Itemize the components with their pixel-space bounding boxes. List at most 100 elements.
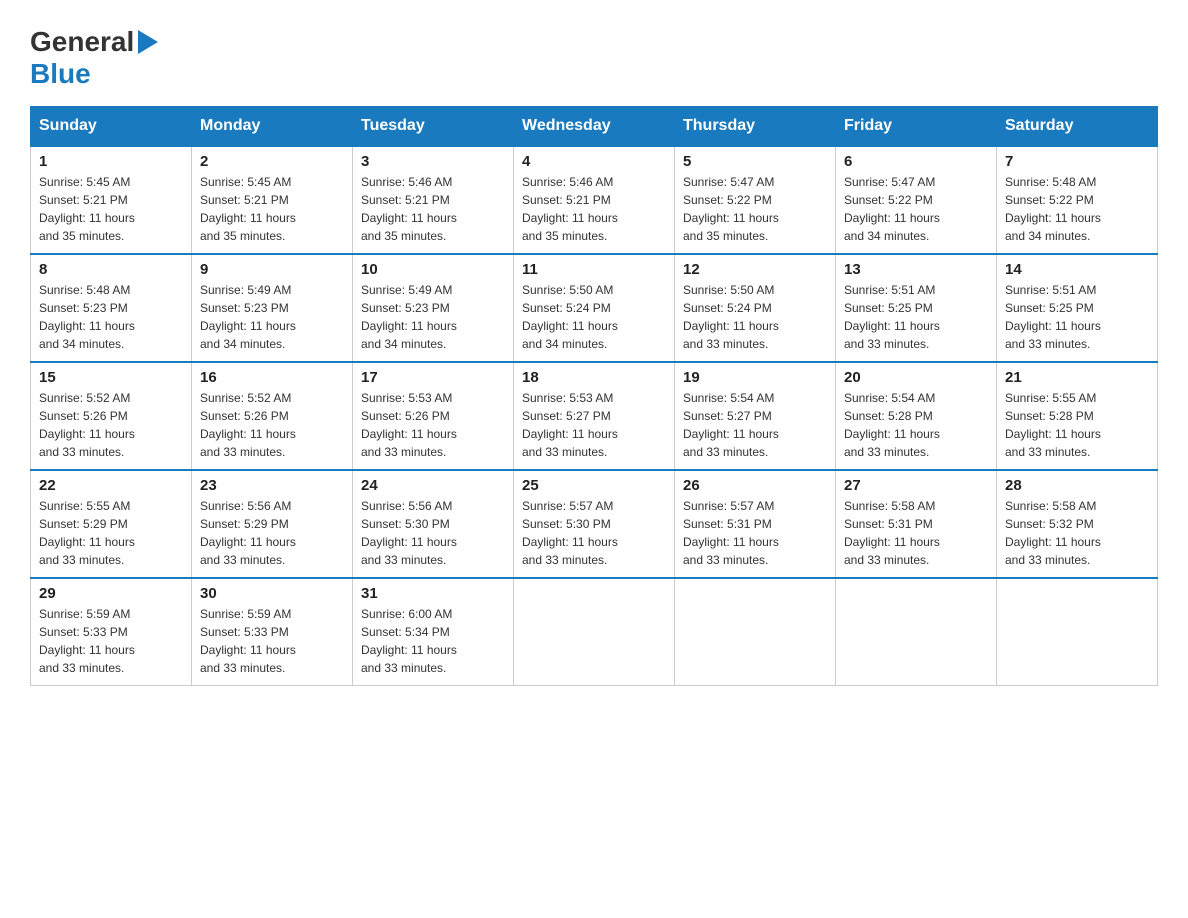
day-number: 15	[39, 369, 183, 386]
day-info: Sunrise: 5:51 AM Sunset: 5:25 PM Dayligh…	[844, 281, 988, 353]
day-info: Sunrise: 5:56 AM Sunset: 5:30 PM Dayligh…	[361, 497, 505, 569]
day-number: 7	[1005, 153, 1149, 170]
logo-general-text: General	[30, 26, 134, 58]
day-number: 24	[361, 477, 505, 494]
calendar-cell: 9 Sunrise: 5:49 AM Sunset: 5:23 PM Dayli…	[192, 254, 353, 362]
week-row-2: 8 Sunrise: 5:48 AM Sunset: 5:23 PM Dayli…	[31, 254, 1158, 362]
day-number: 22	[39, 477, 183, 494]
day-number: 26	[683, 477, 827, 494]
calendar-cell: 18 Sunrise: 5:53 AM Sunset: 5:27 PM Dayl…	[514, 362, 675, 470]
column-header-tuesday: Tuesday	[353, 107, 514, 147]
day-info: Sunrise: 5:47 AM Sunset: 5:22 PM Dayligh…	[683, 173, 827, 245]
day-info: Sunrise: 5:59 AM Sunset: 5:33 PM Dayligh…	[200, 605, 344, 677]
logo-triangle-icon	[138, 30, 158, 54]
calendar-cell: 8 Sunrise: 5:48 AM Sunset: 5:23 PM Dayli…	[31, 254, 192, 362]
day-info: Sunrise: 5:48 AM Sunset: 5:22 PM Dayligh…	[1005, 173, 1149, 245]
calendar-cell: 17 Sunrise: 5:53 AM Sunset: 5:26 PM Dayl…	[353, 362, 514, 470]
column-header-monday: Monday	[192, 107, 353, 147]
calendar-cell: 27 Sunrise: 5:58 AM Sunset: 5:31 PM Dayl…	[836, 470, 997, 578]
calendar-cell	[675, 578, 836, 686]
calendar-cell	[997, 578, 1158, 686]
calendar-cell: 16 Sunrise: 5:52 AM Sunset: 5:26 PM Dayl…	[192, 362, 353, 470]
day-info: Sunrise: 5:50 AM Sunset: 5:24 PM Dayligh…	[683, 281, 827, 353]
column-header-wednesday: Wednesday	[514, 107, 675, 147]
day-number: 20	[844, 369, 988, 386]
calendar-cell: 25 Sunrise: 5:57 AM Sunset: 5:30 PM Dayl…	[514, 470, 675, 578]
day-info: Sunrise: 5:54 AM Sunset: 5:28 PM Dayligh…	[844, 389, 988, 461]
week-row-5: 29 Sunrise: 5:59 AM Sunset: 5:33 PM Dayl…	[31, 578, 1158, 686]
column-header-sunday: Sunday	[31, 107, 192, 147]
calendar-cell: 15 Sunrise: 5:52 AM Sunset: 5:26 PM Dayl…	[31, 362, 192, 470]
logo: General Blue	[30, 20, 162, 90]
day-info: Sunrise: 5:46 AM Sunset: 5:21 PM Dayligh…	[522, 173, 666, 245]
calendar-cell: 3 Sunrise: 5:46 AM Sunset: 5:21 PM Dayli…	[353, 146, 514, 254]
day-number: 25	[522, 477, 666, 494]
day-number: 31	[361, 585, 505, 602]
calendar-cell: 12 Sunrise: 5:50 AM Sunset: 5:24 PM Dayl…	[675, 254, 836, 362]
week-row-4: 22 Sunrise: 5:55 AM Sunset: 5:29 PM Dayl…	[31, 470, 1158, 578]
column-header-saturday: Saturday	[997, 107, 1158, 147]
day-number: 23	[200, 477, 344, 494]
calendar-cell: 24 Sunrise: 5:56 AM Sunset: 5:30 PM Dayl…	[353, 470, 514, 578]
calendar-cell: 30 Sunrise: 5:59 AM Sunset: 5:33 PM Dayl…	[192, 578, 353, 686]
day-number: 17	[361, 369, 505, 386]
day-info: Sunrise: 5:59 AM Sunset: 5:33 PM Dayligh…	[39, 605, 183, 677]
day-number: 30	[200, 585, 344, 602]
calendar-cell: 5 Sunrise: 5:47 AM Sunset: 5:22 PM Dayli…	[675, 146, 836, 254]
calendar-cell: 13 Sunrise: 5:51 AM Sunset: 5:25 PM Dayl…	[836, 254, 997, 362]
day-info: Sunrise: 5:45 AM Sunset: 5:21 PM Dayligh…	[39, 173, 183, 245]
calendar-cell: 10 Sunrise: 5:49 AM Sunset: 5:23 PM Dayl…	[353, 254, 514, 362]
day-number: 28	[1005, 477, 1149, 494]
calendar-cell: 29 Sunrise: 5:59 AM Sunset: 5:33 PM Dayl…	[31, 578, 192, 686]
calendar-cell: 11 Sunrise: 5:50 AM Sunset: 5:24 PM Dayl…	[514, 254, 675, 362]
day-number: 16	[200, 369, 344, 386]
day-info: Sunrise: 5:47 AM Sunset: 5:22 PM Dayligh…	[844, 173, 988, 245]
day-number: 29	[39, 585, 183, 602]
day-number: 6	[844, 153, 988, 170]
calendar-cell: 23 Sunrise: 5:56 AM Sunset: 5:29 PM Dayl…	[192, 470, 353, 578]
day-info: Sunrise: 5:50 AM Sunset: 5:24 PM Dayligh…	[522, 281, 666, 353]
day-info: Sunrise: 5:54 AM Sunset: 5:27 PM Dayligh…	[683, 389, 827, 461]
calendar-cell: 1 Sunrise: 5:45 AM Sunset: 5:21 PM Dayli…	[31, 146, 192, 254]
calendar-cell: 2 Sunrise: 5:45 AM Sunset: 5:21 PM Dayli…	[192, 146, 353, 254]
day-info: Sunrise: 5:56 AM Sunset: 5:29 PM Dayligh…	[200, 497, 344, 569]
day-number: 5	[683, 153, 827, 170]
day-number: 14	[1005, 261, 1149, 278]
calendar-cell: 28 Sunrise: 5:58 AM Sunset: 5:32 PM Dayl…	[997, 470, 1158, 578]
logo-blue-text: Blue	[30, 58, 91, 89]
day-info: Sunrise: 5:58 AM Sunset: 5:31 PM Dayligh…	[844, 497, 988, 569]
day-info: Sunrise: 5:55 AM Sunset: 5:29 PM Dayligh…	[39, 497, 183, 569]
calendar-cell: 31 Sunrise: 6:00 AM Sunset: 5:34 PM Dayl…	[353, 578, 514, 686]
page-header: General Blue	[30, 20, 1158, 90]
day-info: Sunrise: 5:57 AM Sunset: 5:31 PM Dayligh…	[683, 497, 827, 569]
day-info: Sunrise: 5:52 AM Sunset: 5:26 PM Dayligh…	[39, 389, 183, 461]
calendar-cell: 26 Sunrise: 5:57 AM Sunset: 5:31 PM Dayl…	[675, 470, 836, 578]
week-row-1: 1 Sunrise: 5:45 AM Sunset: 5:21 PM Dayli…	[31, 146, 1158, 254]
column-header-friday: Friday	[836, 107, 997, 147]
calendar-cell: 4 Sunrise: 5:46 AM Sunset: 5:21 PM Dayli…	[514, 146, 675, 254]
calendar-table: SundayMondayTuesdayWednesdayThursdayFrid…	[30, 106, 1158, 686]
calendar-cell: 21 Sunrise: 5:55 AM Sunset: 5:28 PM Dayl…	[997, 362, 1158, 470]
day-number: 1	[39, 153, 183, 170]
day-number: 12	[683, 261, 827, 278]
calendar-cell: 19 Sunrise: 5:54 AM Sunset: 5:27 PM Dayl…	[675, 362, 836, 470]
calendar-cell	[514, 578, 675, 686]
day-number: 3	[361, 153, 505, 170]
day-info: Sunrise: 5:49 AM Sunset: 5:23 PM Dayligh…	[200, 281, 344, 353]
day-info: Sunrise: 6:00 AM Sunset: 5:34 PM Dayligh…	[361, 605, 505, 677]
day-info: Sunrise: 5:58 AM Sunset: 5:32 PM Dayligh…	[1005, 497, 1149, 569]
calendar-cell: 7 Sunrise: 5:48 AM Sunset: 5:22 PM Dayli…	[997, 146, 1158, 254]
calendar-cell: 6 Sunrise: 5:47 AM Sunset: 5:22 PM Dayli…	[836, 146, 997, 254]
day-number: 8	[39, 261, 183, 278]
calendar-header-row: SundayMondayTuesdayWednesdayThursdayFrid…	[31, 107, 1158, 147]
day-info: Sunrise: 5:48 AM Sunset: 5:23 PM Dayligh…	[39, 281, 183, 353]
day-info: Sunrise: 5:55 AM Sunset: 5:28 PM Dayligh…	[1005, 389, 1149, 461]
day-info: Sunrise: 5:51 AM Sunset: 5:25 PM Dayligh…	[1005, 281, 1149, 353]
week-row-3: 15 Sunrise: 5:52 AM Sunset: 5:26 PM Dayl…	[31, 362, 1158, 470]
column-header-thursday: Thursday	[675, 107, 836, 147]
day-number: 4	[522, 153, 666, 170]
day-number: 13	[844, 261, 988, 278]
calendar-cell: 14 Sunrise: 5:51 AM Sunset: 5:25 PM Dayl…	[997, 254, 1158, 362]
day-number: 21	[1005, 369, 1149, 386]
day-info: Sunrise: 5:53 AM Sunset: 5:26 PM Dayligh…	[361, 389, 505, 461]
